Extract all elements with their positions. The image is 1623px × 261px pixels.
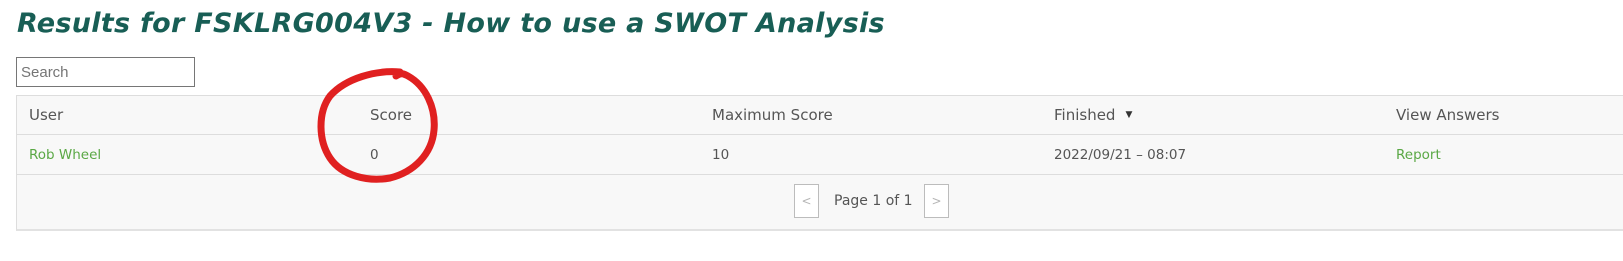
results-table: User Score Maximum Score Finished ▼ View… [16,95,1623,231]
search-input[interactable] [16,57,195,87]
user-link[interactable]: Rob Wheel [29,147,101,163]
finished-value: 2022/09/21 – 08:07 [1054,146,1187,163]
page-title: Results for FSKLRG004V3 - How to use a S… [17,8,885,39]
column-header-finished-label: Finished [1054,106,1116,124]
column-header-view-answers: View Answers [1396,106,1500,124]
column-header-user[interactable]: User [29,96,63,134]
column-header-finished[interactable]: Finished ▼ [1054,96,1132,134]
score-value: 0 [370,146,379,163]
page-indicator: Page 1 of 1 [834,193,913,209]
column-header-maximum-score[interactable]: Maximum Score [712,96,833,134]
maximum-score-value: 10 [712,146,730,163]
previous-page-button[interactable]: < [794,184,819,218]
sort-descending-icon: ▼ [1125,110,1133,120]
column-header-score[interactable]: Score [370,96,412,134]
table-header-row: User Score Maximum Score Finished ▼ View… [17,96,1623,135]
table-row: Rob Wheel 0 10 2022/09/21 – 08:07 Report [17,135,1623,175]
pagination: < Page 1 of 1 > [17,176,1623,230]
report-link[interactable]: Report [1396,147,1441,163]
next-page-button[interactable]: > [924,184,949,218]
